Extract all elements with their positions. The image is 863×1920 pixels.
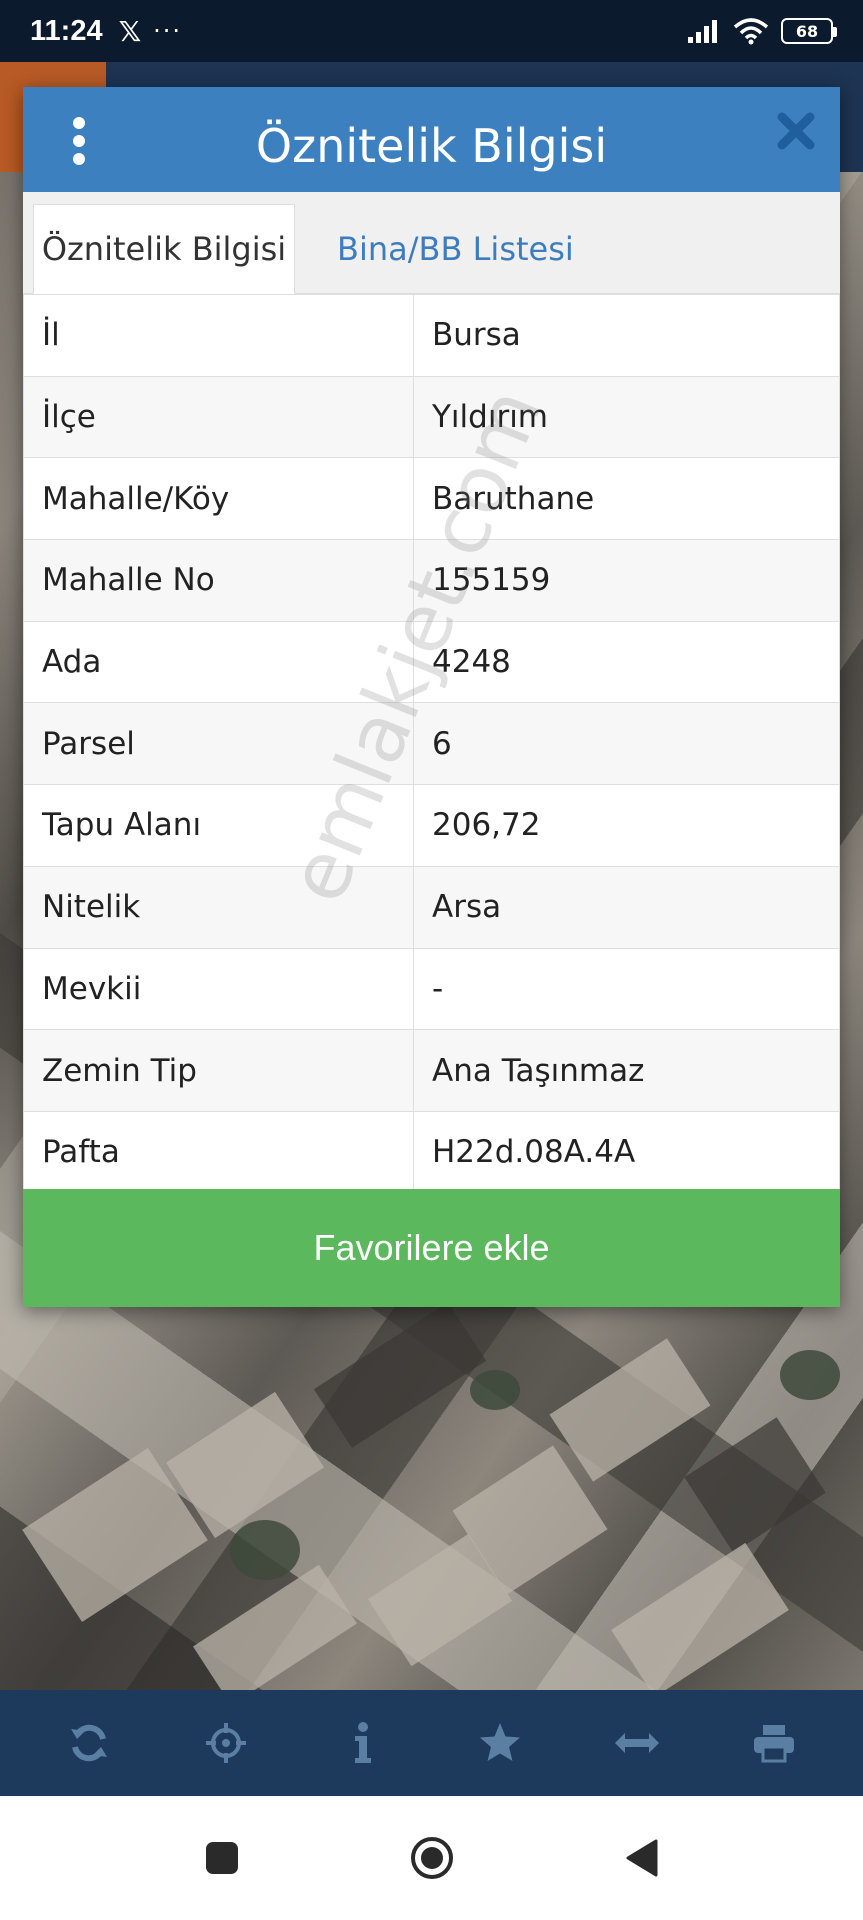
back-triangle-icon <box>626 1839 657 1877</box>
table-row: Pafta H22d.08A.4A <box>23 1110 840 1194</box>
row-value: H22d.08A.4A <box>413 1110 840 1194</box>
map-building <box>684 1417 826 1553</box>
table-row: Ada 4248 <box>23 620 840 704</box>
android-navigation-bar <box>0 1796 863 1920</box>
close-icon[interactable] <box>774 109 818 153</box>
row-key: Tapu Alanı <box>23 784 414 867</box>
print-icon <box>754 1725 795 1763</box>
info-icon <box>354 1722 371 1763</box>
map-tree <box>780 1350 840 1400</box>
row-value: Baruthane <box>413 457 840 541</box>
battery-icon: 68 <box>781 18 837 44</box>
dialog-title: Öznitelik Bilgisi <box>255 118 608 173</box>
favorites-button[interactable] <box>465 1708 535 1778</box>
map-building <box>549 1338 711 1482</box>
map-toolbar <box>0 1690 863 1796</box>
map-tree <box>470 1370 520 1410</box>
table-row: Mahalle No 155159 <box>23 539 840 622</box>
row-key: Ada <box>23 620 414 704</box>
row-value: 206,72 <box>413 784 840 867</box>
row-value: Arsa <box>413 865 840 949</box>
back-button[interactable] <box>612 1828 672 1888</box>
row-key: İlçe <box>23 375 414 459</box>
row-value: 4248 <box>413 620 840 704</box>
row-value: 155159 <box>413 539 840 622</box>
locate-button[interactable] <box>191 1708 261 1778</box>
attribute-table: İl Bursa İlçe Yıldırım Mahalle/Köy Baruthan… <box>23 294 840 1194</box>
dialog-header: Öznitelik Bilgisi <box>23 87 840 192</box>
battery-level: 68 <box>795 21 819 41</box>
home-button[interactable] <box>402 1828 462 1888</box>
table-row: İlçe Yıldırım <box>23 375 840 459</box>
map-building <box>313 1302 487 1448</box>
row-value: 6 <box>413 702 840 786</box>
row-key: Nitelik <box>23 865 414 949</box>
map-building <box>193 1564 357 1706</box>
row-key: Parsel <box>23 702 414 786</box>
measure-button[interactable] <box>602 1708 672 1778</box>
table-row: Zemin Tip Ana Taşınmaz <box>23 1029 840 1112</box>
info-button[interactable] <box>328 1708 398 1778</box>
signal-icon <box>688 20 717 43</box>
status-time: 11:24 <box>30 14 103 47</box>
row-value: - <box>413 947 840 1031</box>
table-row: Parsel 6 <box>23 702 840 786</box>
row-key: Mahalle No <box>23 539 414 622</box>
x-app-icon: 𝕏 <box>118 14 142 48</box>
add-to-favorites-button[interactable]: Favorilere ekle <box>23 1189 840 1307</box>
tab-bar: Öznitelik Bilgisi Bina/BB Listesi <box>23 192 840 294</box>
row-key: Mahalle/Köy <box>23 457 414 541</box>
home-circle-icon <box>410 1837 453 1879</box>
row-key: Mevkii <box>23 947 414 1031</box>
print-button[interactable] <box>739 1708 809 1778</box>
tab-attribute-info[interactable]: Öznitelik Bilgisi <box>33 204 295 294</box>
crosshair-icon <box>205 1723 246 1763</box>
tab-building-list[interactable]: Bina/BB Listesi <box>319 204 592 294</box>
map-building <box>611 1542 789 1698</box>
recents-button[interactable] <box>192 1828 252 1888</box>
attribute-info-dialog: Öznitelik Bilgisi Öznitelik Bilgisi Bina… <box>23 87 840 1307</box>
row-value: Ana Taşınmaz <box>413 1029 840 1112</box>
status-bar: 11:24 𝕏 ··· 68 <box>0 0 863 62</box>
star-icon <box>480 1723 521 1761</box>
more-notifications-icon: ··· <box>153 17 183 45</box>
measure-arrows-icon <box>615 1733 660 1753</box>
table-row: Mahalle/Köy Baruthane <box>23 457 840 541</box>
row-value: Bursa <box>413 294 840 377</box>
row-value: Yıldırım <box>413 375 840 459</box>
row-key: Pafta <box>23 1110 414 1194</box>
table-row: Mevkii - <box>23 947 840 1031</box>
wifi-icon <box>733 18 769 45</box>
row-key: Zemin Tip <box>23 1029 414 1112</box>
kebab-menu-icon[interactable] <box>67 117 91 165</box>
refresh-button[interactable] <box>54 1708 124 1778</box>
table-row: Tapu Alanı 206,72 <box>23 784 840 867</box>
table-row: İl Bursa <box>23 294 840 377</box>
table-row: Nitelik Arsa <box>23 865 840 949</box>
row-key: İl <box>23 294 414 377</box>
recents-square-icon <box>205 1842 238 1874</box>
map-tree <box>230 1520 300 1580</box>
refresh-icon <box>70 1724 107 1762</box>
